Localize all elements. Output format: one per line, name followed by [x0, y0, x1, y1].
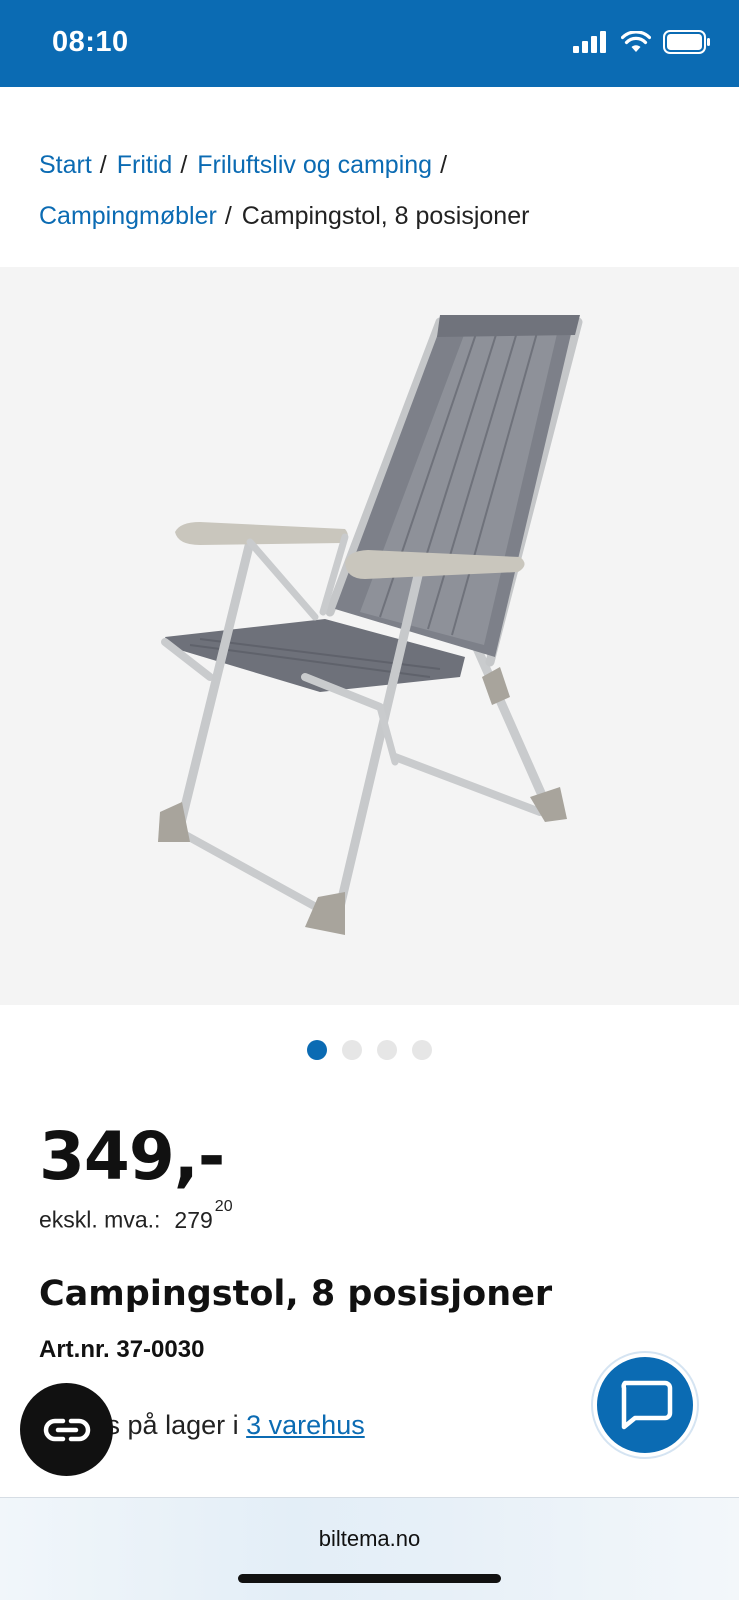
status-icons [573, 30, 711, 54]
breadcrumb-start[interactable]: Start [39, 151, 92, 179]
breadcrumb-separator: / [440, 151, 448, 179]
cellular-signal-icon [573, 31, 606, 53]
breadcrumb-separator: / [224, 202, 232, 230]
breadcrumb-friluftsliv[interactable]: Friluftsliv og camping [197, 151, 432, 179]
status-bar: 08:10 [0, 0, 739, 87]
breadcrumb-current: Campingstol, 8 posisjoner [241, 202, 530, 230]
gallery-dot-3[interactable] [377, 1040, 397, 1060]
breadcrumb-separator: / [99, 151, 107, 179]
chat-bubble-icon [621, 1380, 673, 1430]
article-number: Art.nr. 37-0030 [39, 1336, 205, 1363]
breadcrumb-separator: / [180, 151, 188, 179]
breadcrumb-fritid[interactable]: Fritid [117, 151, 173, 179]
gallery-dot-1[interactable] [307, 1040, 327, 1060]
ex-vat-label: ekskl. mva.: [39, 1206, 161, 1233]
battery-icon [663, 30, 710, 54]
status-time: 08:10 [52, 26, 129, 58]
home-indicator [238, 1574, 501, 1583]
browser-url-bar[interactable]: biltema.no [0, 1497, 739, 1600]
product-title: Campingstol, 8 posisjoner [39, 1274, 553, 1314]
chat-button[interactable] [593, 1353, 697, 1457]
price-ex-vat: ekskl. mva.: 27920 [39, 1198, 233, 1234]
breadcrumb: Start / Fritid / Friluftsliv og camping / Camp… [39, 140, 719, 242]
stock-stores-link[interactable]: 3 varehus [246, 1410, 365, 1440]
wifi-icon [621, 31, 651, 52]
product-price: 349,- [39, 1118, 225, 1195]
gallery-pagination [0, 1040, 739, 1060]
gallery-dot-2[interactable] [342, 1040, 362, 1060]
breadcrumb-campingmobler[interactable]: Campingmøbler [39, 202, 217, 230]
gallery-dot-4[interactable] [412, 1040, 432, 1060]
url-text[interactable]: biltema.no [0, 1526, 739, 1552]
ex-vat-cents: 20 [214, 1198, 233, 1215]
product-image-gallery[interactable] [0, 267, 739, 1005]
link-button[interactable] [20, 1383, 113, 1476]
folding-camping-chair-image [158, 315, 583, 935]
ex-vat-amount: 279 [174, 1206, 213, 1233]
link-icon [43, 1418, 90, 1441]
